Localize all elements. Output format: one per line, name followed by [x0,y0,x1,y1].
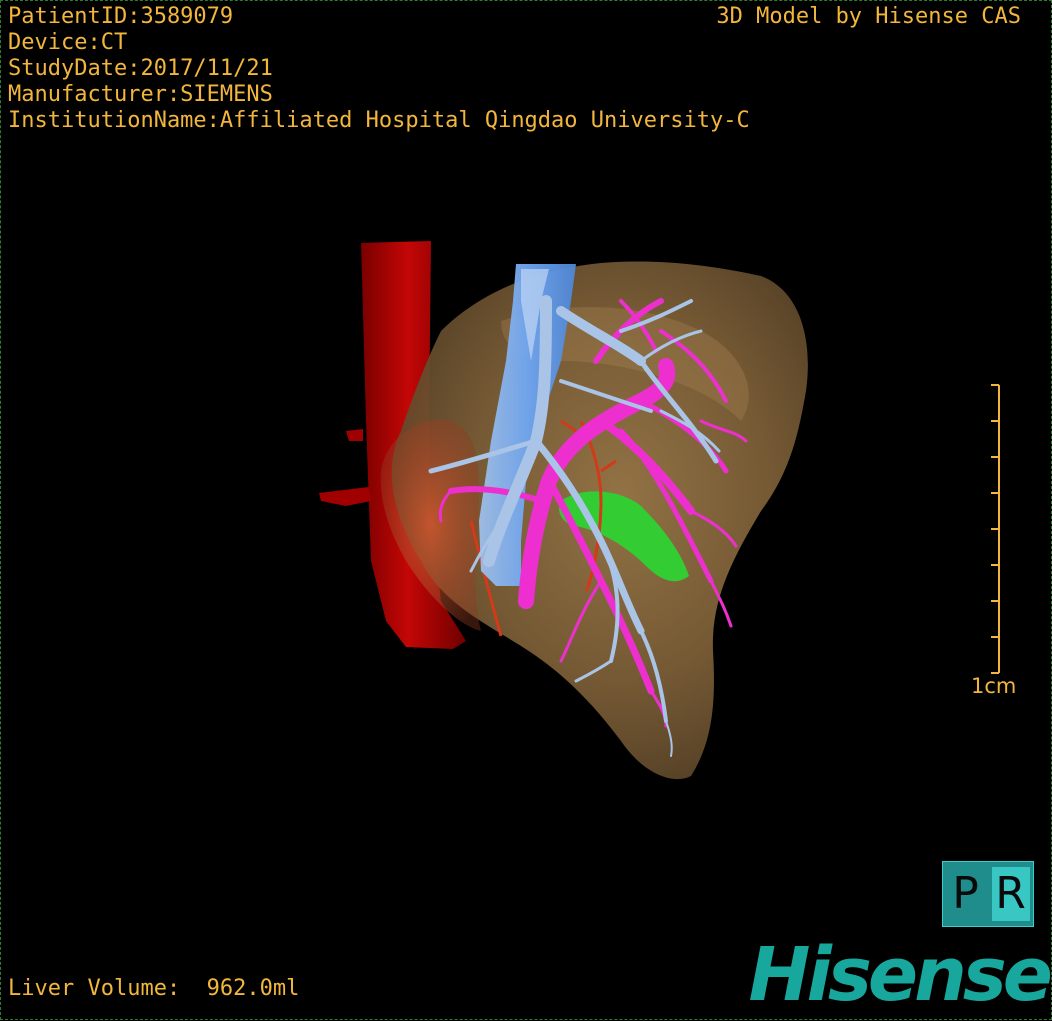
device-label: Device:CT [8,30,128,55]
orientation-letter-r: R [991,867,1030,921]
orientation-letter-p: P [946,867,985,921]
patient-id-label: PatientID:3589079 [8,4,234,29]
institution-name-label: InstitutionName:Affiliated Hospital Qing… [8,108,750,133]
liver-3d-model[interactable] [1,1,1052,1021]
liver-volume-label: Liver Volume: 962.0ml [8,976,300,1001]
orientation-badge: P R [942,861,1034,927]
model-credit-label: 3D Model by Hisense CAS [716,4,1021,29]
hisense-logo: Hisense [748,932,1052,1018]
manufacturer-label: Manufacturer:SIEMENS [8,82,273,107]
study-date-label: StudyDate:2017/11/21 [8,56,273,81]
scale-bar-label: 1cm [971,674,1017,698]
3d-viewport[interactable]: PatientID:3589079 Device:CT StudyDate:20… [0,0,1052,1020]
scale-bar [991,384,1000,674]
